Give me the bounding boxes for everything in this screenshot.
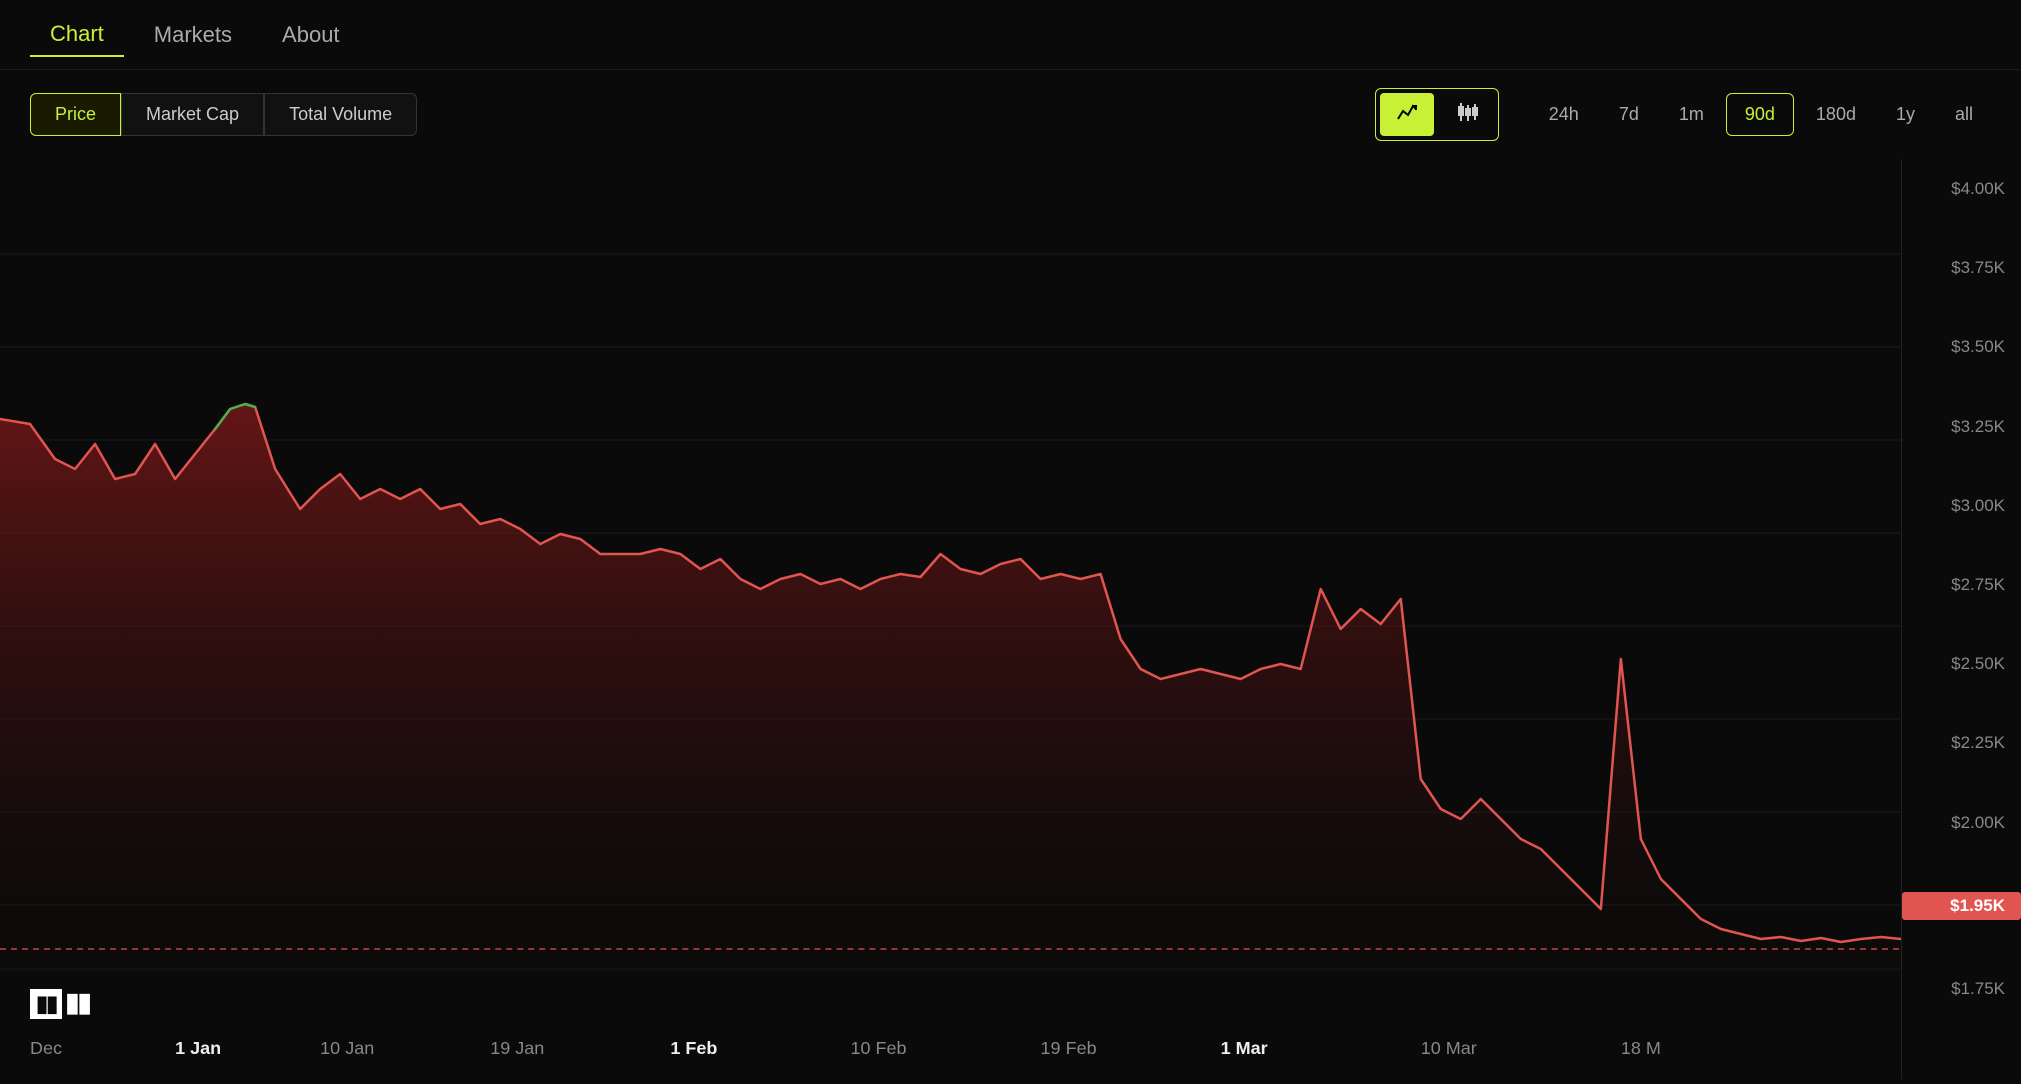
- nav-markets[interactable]: Markets: [134, 14, 252, 56]
- time-all[interactable]: all: [1937, 93, 1991, 136]
- y-label-2500: $2.50K: [1902, 654, 2021, 674]
- time-1y[interactable]: 1y: [1878, 93, 1933, 136]
- svg-text:19 Feb: 19 Feb: [1041, 1038, 1097, 1058]
- time-1m[interactable]: 1m: [1661, 93, 1722, 136]
- y-label-3500: $3.50K: [1902, 337, 2021, 357]
- y-label-2250: $2.25K: [1902, 733, 2021, 753]
- y-label-4000: $4.00K: [1902, 179, 2021, 199]
- time-90d[interactable]: 90d: [1726, 93, 1794, 136]
- total-volume-tab[interactable]: Total Volume: [264, 93, 417, 136]
- y-label-3000: $3.00K: [1902, 496, 2021, 516]
- tradingview-logo: ▮▮▮▮: [30, 987, 90, 1019]
- svg-text:1 Feb: 1 Feb: [670, 1038, 717, 1058]
- time-180d[interactable]: 180d: [1798, 93, 1874, 136]
- time-7d[interactable]: 7d: [1601, 93, 1657, 136]
- line-chart-button[interactable]: [1380, 93, 1434, 136]
- market-cap-tab[interactable]: Market Cap: [121, 93, 264, 136]
- time-range-selector: 24h 7d 1m 90d 180d 1y all: [1531, 93, 1991, 136]
- nav-chart[interactable]: Chart: [30, 13, 124, 57]
- svg-text:10 Feb: 10 Feb: [850, 1038, 906, 1058]
- y-label-1750: $1.75K: [1902, 979, 2021, 999]
- current-price-label: $1.95K: [1902, 892, 2021, 920]
- svg-text:1 Mar: 1 Mar: [1221, 1038, 1268, 1058]
- time-24h[interactable]: 24h: [1531, 93, 1597, 136]
- y-axis: $4.00K $3.75K $3.50K $3.25K $3.00K $2.75…: [1901, 159, 2021, 1079]
- svg-text:19 Jan: 19 Jan: [490, 1038, 544, 1058]
- metric-tabs: Price Market Cap Total Volume: [30, 93, 417, 136]
- y-label-2750: $2.75K: [1902, 575, 2021, 595]
- svg-text:10 Jan: 10 Jan: [320, 1038, 374, 1058]
- nav-about[interactable]: About: [262, 14, 360, 56]
- price-tab[interactable]: Price: [30, 93, 121, 136]
- chart-toolbar: Price Market Cap Total Volume 24h 7d 1m: [0, 70, 2021, 159]
- svg-text:10 Mar: 10 Mar: [1421, 1038, 1477, 1058]
- chart-area: Dec 1 Jan 10 Jan 19 Jan 1 Feb 10 Feb 19 …: [0, 159, 2021, 1079]
- y-label-2000: $2.00K: [1902, 813, 2021, 833]
- chart-canvas[interactable]: Dec 1 Jan 10 Jan 19 Jan 1 Feb 10 Feb 19 …: [0, 159, 1901, 1079]
- chart-type-selector: [1375, 88, 1499, 141]
- svg-text:Dec: Dec: [30, 1038, 62, 1058]
- svg-text:1 Jan: 1 Jan: [175, 1038, 221, 1058]
- candlestick-chart-button[interactable]: [1440, 93, 1494, 136]
- svg-text:18 M: 18 M: [1621, 1038, 1661, 1058]
- y-label-3250: $3.25K: [1902, 417, 2021, 437]
- y-label-3750: $3.75K: [1902, 258, 2021, 278]
- top-navigation: Chart Markets About: [0, 0, 2021, 70]
